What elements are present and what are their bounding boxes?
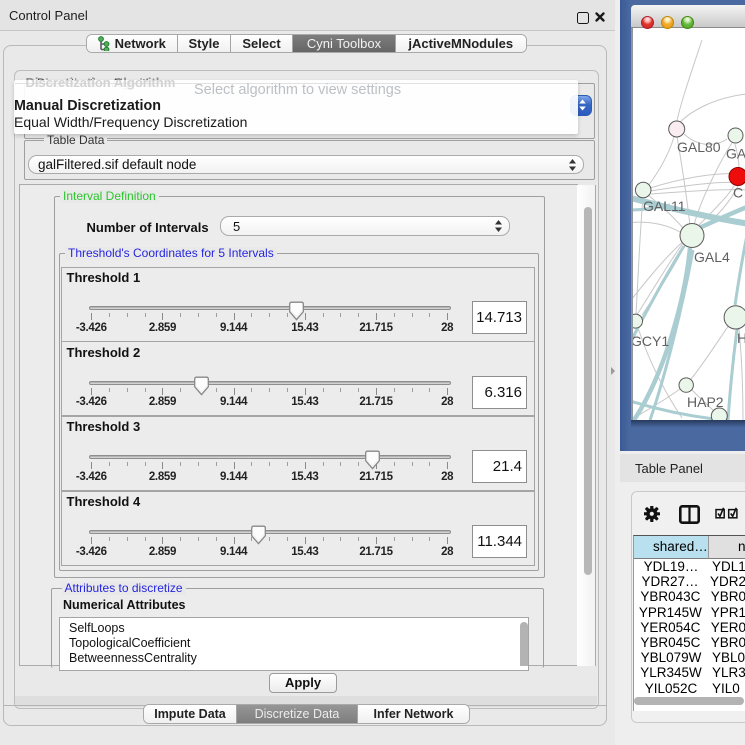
svg-text:HAP2: HAP2 bbox=[687, 394, 724, 410]
svg-text:GCY1: GCY1 bbox=[633, 333, 669, 349]
svg-text:GAL80: GAL80 bbox=[677, 139, 721, 155]
svg-text:GAL11: GAL11 bbox=[643, 198, 686, 214]
svg-text:GAL4: GAL4 bbox=[694, 249, 730, 265]
svg-text:C: C bbox=[733, 185, 743, 201]
svg-text:GA: GA bbox=[726, 146, 745, 162]
svg-text:H: H bbox=[737, 330, 745, 346]
